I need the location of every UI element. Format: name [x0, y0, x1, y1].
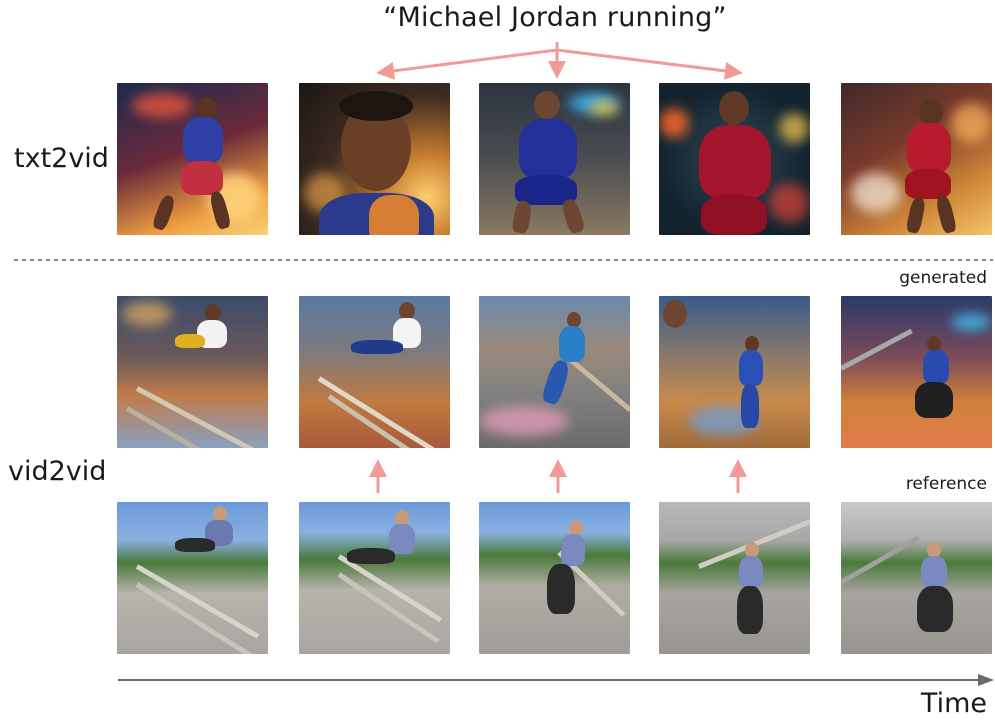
reference-to-generated-arrows	[369, 459, 747, 493]
txt2vid-frame-5	[841, 83, 992, 235]
generated-frame-1	[117, 296, 268, 448]
prompt-arrows	[376, 42, 743, 80]
txt2vid-frame-1	[117, 83, 268, 235]
reference-frame-3	[479, 502, 630, 654]
reference-frame-2	[299, 502, 450, 654]
arrow-to-frame-4	[556, 48, 743, 80]
generated-frame-3	[479, 296, 630, 448]
txt2vid-frame-3	[479, 83, 630, 235]
reference-frame-4	[659, 502, 810, 654]
generated-frame-2	[299, 296, 450, 448]
txt2vid-frame-2	[299, 83, 450, 235]
reference-frame-1	[117, 502, 268, 654]
generated-frame-4	[659, 296, 810, 448]
reference-frame-5	[841, 502, 992, 654]
generated-frame-5	[841, 296, 992, 448]
txt2vid-frame-4	[659, 83, 810, 235]
arrow-to-frame-2	[376, 48, 558, 80]
